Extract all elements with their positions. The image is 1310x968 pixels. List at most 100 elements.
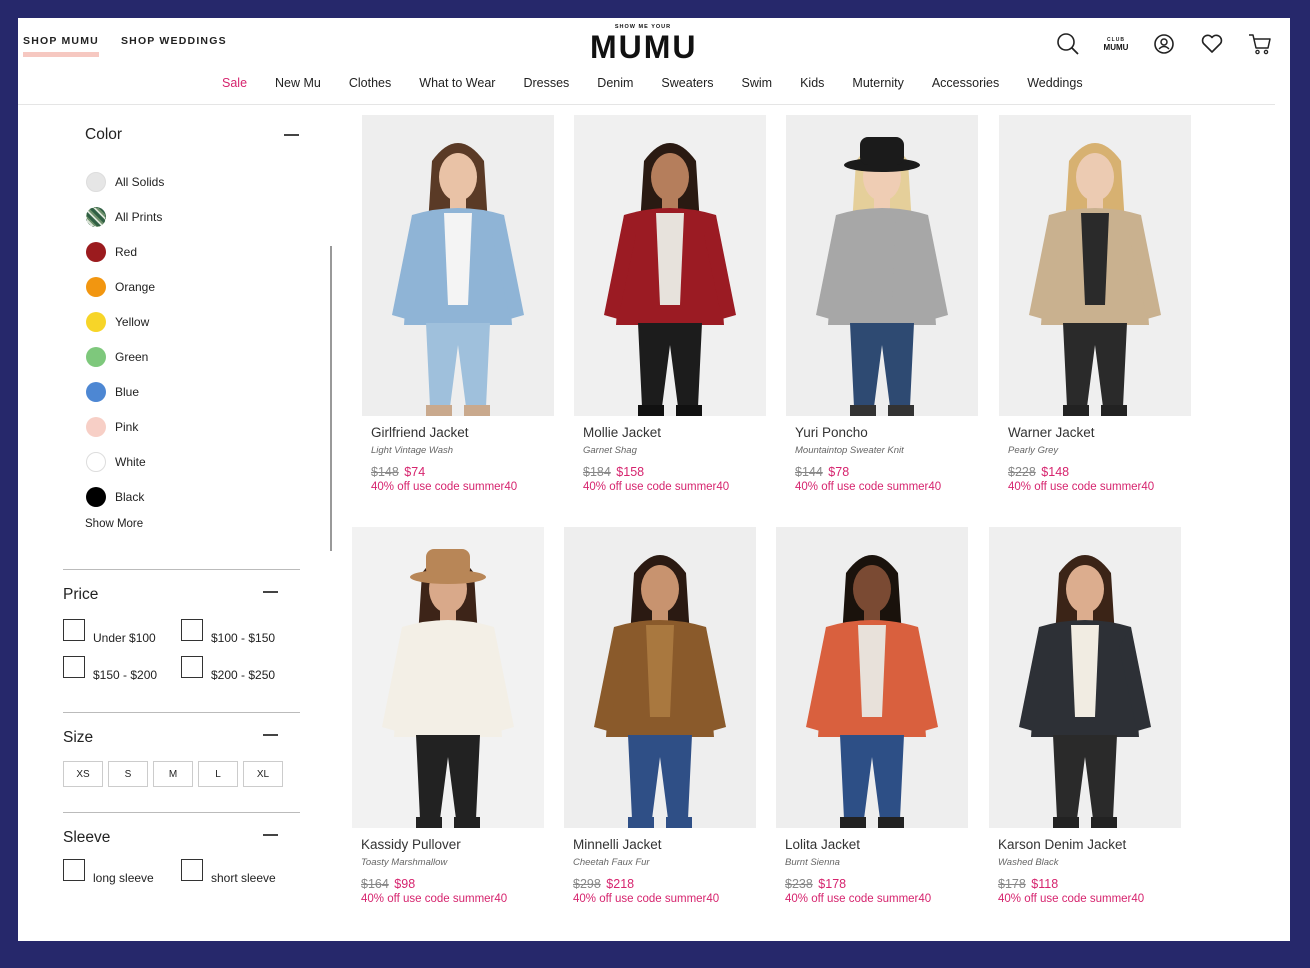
sale-price: $158: [616, 465, 645, 479]
color-option-label: White: [115, 454, 146, 469]
color-option-green[interactable]: Green: [85, 339, 335, 374]
collapse-size-icon[interactable]: [263, 734, 278, 736]
nav-item-what-to-wear[interactable]: What to Wear: [405, 76, 509, 90]
sidebar-scrollbar[interactable]: [330, 246, 332, 551]
price-option-under-100[interactable]: Under $100: [63, 619, 181, 645]
nav-item-swim[interactable]: Swim: [728, 76, 787, 90]
club-mumu-icon[interactable]: CLUB MUMU: [1092, 30, 1140, 58]
product-name[interactable]: Yuri Poncho: [795, 425, 978, 440]
color-option-white[interactable]: White: [85, 444, 335, 479]
product-name[interactable]: Girlfriend Jacket: [371, 425, 554, 440]
color-swatch[interactable]: [86, 416, 106, 437]
nav-item-accessories[interactable]: Accessories: [918, 76, 1013, 90]
color-option-all-solids[interactable]: All Solids: [85, 164, 335, 199]
nav-item-sweaters[interactable]: Sweaters: [647, 76, 727, 90]
color-options: All Solids All Prints Red Orange Yellow Green…: [85, 164, 335, 514]
nav-item-denim[interactable]: Denim: [583, 76, 647, 90]
color-swatch[interactable]: [86, 486, 106, 507]
nav-item-clothes[interactable]: Clothes: [335, 76, 405, 90]
checkbox[interactable]: [63, 619, 85, 641]
color-swatch[interactable]: [86, 206, 106, 227]
size-option-xl[interactable]: XL: [243, 761, 283, 787]
size-option-s[interactable]: S: [108, 761, 148, 787]
color-swatch[interactable]: [86, 346, 106, 367]
product-image[interactable]: [776, 527, 968, 828]
color-option-red[interactable]: Red: [85, 234, 335, 269]
checkbox[interactable]: [63, 656, 85, 678]
checkbox[interactable]: [181, 619, 203, 641]
product-card[interactable]: Minnelli Jacket Cheetah Faux Fur $298 $2…: [564, 527, 756, 905]
product-image[interactable]: [362, 115, 554, 416]
size-option-xs[interactable]: XS: [63, 761, 103, 787]
product-card[interactable]: Karson Denim Jacket Washed Black $178 $1…: [989, 527, 1181, 905]
product-name[interactable]: Karson Denim Jacket: [998, 837, 1181, 852]
nav-item-kids[interactable]: Kids: [786, 76, 838, 90]
sale-price: $148: [1041, 465, 1070, 479]
filter-divider: [63, 812, 300, 813]
nav-item-sale[interactable]: Sale: [208, 76, 261, 90]
color-swatch[interactable]: [86, 451, 106, 472]
original-price: $184: [583, 465, 611, 479]
color-option-blue[interactable]: Blue: [85, 374, 335, 409]
color-swatch[interactable]: [86, 276, 106, 297]
collapse-price-icon[interactable]: [263, 591, 278, 593]
product-image[interactable]: [999, 115, 1191, 416]
color-option-orange[interactable]: Orange: [85, 269, 335, 304]
product-image[interactable]: [786, 115, 978, 416]
sleeve-option-short[interactable]: short sleeve: [181, 859, 299, 885]
size-option-l[interactable]: L: [198, 761, 238, 787]
color-option-pink[interactable]: Pink: [85, 409, 335, 444]
sale-price: $78: [828, 465, 850, 479]
color-swatch[interactable]: [86, 311, 106, 332]
product-name[interactable]: Lolita Jacket: [785, 837, 968, 852]
checkbox[interactable]: [63, 859, 85, 881]
logo[interactable]: SHOW ME YOUR MUMU: [590, 24, 696, 63]
search-icon[interactable]: [1044, 30, 1092, 58]
shop-weddings-link[interactable]: SHOP WEDDINGS: [121, 35, 227, 53]
price-option-150-200[interactable]: $150 - $200: [63, 656, 181, 682]
price-option-200-250[interactable]: $200 - $250: [181, 656, 299, 682]
size-filter-title: Size: [63, 729, 94, 746]
price-option-100-150[interactable]: $100 - $150: [181, 619, 299, 645]
product-name[interactable]: Kassidy Pullover: [361, 837, 544, 852]
checkbox[interactable]: [181, 656, 203, 678]
collapse-sleeve-icon[interactable]: [263, 834, 278, 836]
header-icons: CLUB MUMU: [1044, 30, 1284, 58]
sleeve-option-long[interactable]: long sleeve: [63, 859, 181, 885]
product-image[interactable]: [989, 527, 1181, 828]
color-option-black[interactable]: Black: [85, 479, 335, 514]
color-option-all-prints[interactable]: All Prints: [85, 199, 335, 234]
product-card[interactable]: Kassidy Pullover Toasty Marshmallow $164…: [352, 527, 544, 905]
product-image[interactable]: [574, 115, 766, 416]
nav-item-muternity[interactable]: Muternity: [838, 76, 917, 90]
product-image[interactable]: [564, 527, 756, 828]
color-swatch[interactable]: [86, 241, 106, 262]
product-name[interactable]: Mollie Jacket: [583, 425, 766, 440]
nav-item-new-mu[interactable]: New Mu: [261, 76, 335, 90]
nav-item-dresses[interactable]: Dresses: [509, 76, 583, 90]
color-swatch[interactable]: [86, 171, 106, 192]
show-more-colors-link[interactable]: Show More: [85, 518, 143, 530]
product-card[interactable]: Yuri Poncho Mountaintop Sweater Knit $14…: [786, 115, 978, 493]
product-variant: Washed Black: [998, 857, 1059, 868]
shop-mumu-link[interactable]: SHOP MUMU: [23, 35, 99, 57]
size-option-m[interactable]: M: [153, 761, 193, 787]
color-option-yellow[interactable]: Yellow: [85, 304, 335, 339]
original-price: $298: [573, 877, 601, 891]
nav-item-weddings[interactable]: Weddings: [1013, 76, 1096, 90]
product-card[interactable]: Girlfriend Jacket Light Vintage Wash $14…: [362, 115, 554, 493]
heart-icon[interactable]: [1188, 30, 1236, 58]
product-variant: Light Vintage Wash: [371, 445, 454, 456]
main-nav: Sale New Mu Clothes What to Wear Dresses…: [208, 76, 1097, 90]
product-name[interactable]: Warner Jacket: [1008, 425, 1191, 440]
product-name[interactable]: Minnelli Jacket: [573, 837, 756, 852]
product-card[interactable]: Mollie Jacket Garnet Shag $184 $158 40% …: [574, 115, 766, 493]
product-card[interactable]: Warner Jacket Pearly Grey $228 $148 40% …: [999, 115, 1191, 493]
account-icon[interactable]: [1140, 30, 1188, 58]
product-card[interactable]: Lolita Jacket Burnt Sienna $238 $178 40%…: [776, 527, 968, 905]
cart-icon[interactable]: [1236, 30, 1284, 58]
product-image[interactable]: [352, 527, 544, 828]
collapse-color-icon[interactable]: [284, 134, 299, 136]
color-swatch[interactable]: [86, 381, 106, 402]
checkbox[interactable]: [181, 859, 203, 881]
